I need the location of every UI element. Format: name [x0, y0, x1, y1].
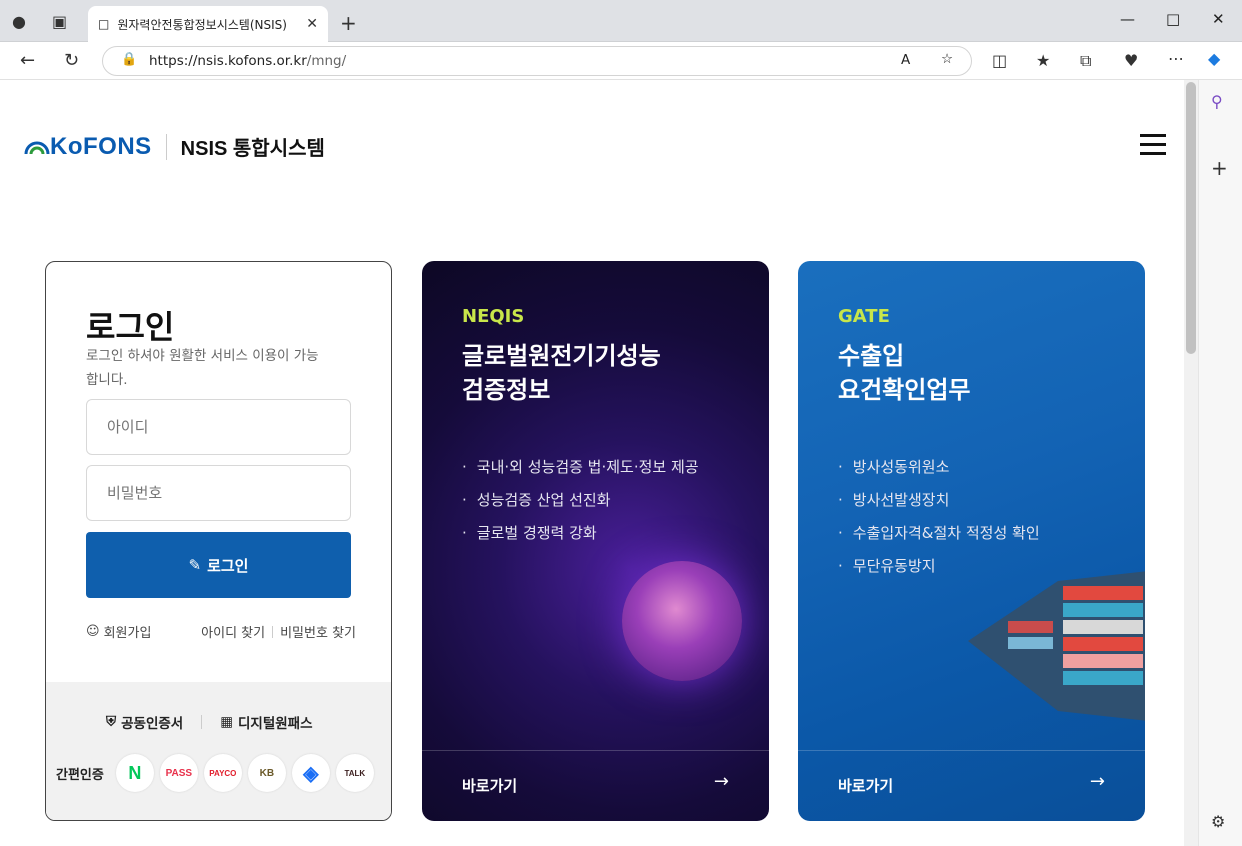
pass-auth-button[interactable]: PASS — [159, 754, 198, 792]
more-icon[interactable]: ⋯ — [1168, 49, 1184, 68]
favorites-icon[interactable]: ★ — [1036, 51, 1050, 70]
collections-icon[interactable]: ⧉ — [1080, 51, 1091, 71]
shortcut-link[interactable]: 바로가기 — [462, 775, 517, 796]
list-item: 글로벌 경쟁력 강화 — [462, 517, 699, 550]
kakao-auth-button[interactable]: TALK — [335, 754, 374, 792]
card-list: 방사성동위원소 방사선발생장치 수출입자격&절차 적정성 확인 무단유동방지 — [838, 451, 1040, 583]
login-description: 로그인 하셔야 원활한 서비스 이용이 가능합니다. — [86, 348, 319, 388]
page-content: KoFONS NSIS 통합시스템 로그인 로그인 하셔야 원활한 서비스 이용… — [2, 80, 1184, 846]
find-id-link[interactable]: 아이디 찾기 — [201, 622, 265, 641]
address-bar[interactable]: 🔒 https://nsis.kofons.or.kr/mng/ A ☆ — [102, 46, 972, 76]
maximize-icon[interactable]: □ — [1166, 10, 1180, 28]
favorite-star-icon[interactable]: ☆ — [941, 51, 953, 67]
site-logo[interactable]: KoFONS NSIS 통합시스템 — [24, 132, 325, 161]
toss-icon: ◈ — [303, 762, 319, 785]
refresh-icon[interactable]: ↻ — [64, 50, 79, 71]
signup-link[interactable]: 회원가입 — [104, 622, 152, 641]
url-path: /mng/ — [306, 53, 347, 69]
system-title: NSIS 통합시스템 — [180, 138, 325, 160]
browser-toolbar: ← ↻ 🔒 https://nsis.kofons.or.kr/mng/ A ☆… — [0, 42, 1242, 80]
list-item: 성능검증 산업 선진화 — [462, 484, 699, 517]
public-certificate-button[interactable]: 공동인증서 — [121, 712, 183, 732]
kb-auth-button[interactable]: KB — [247, 754, 286, 792]
tab-bar: ● ▣ □ 원자력안전통합정보시스템(NSIS) ✕ + — □ ✕ — [0, 0, 1242, 42]
list-item: 수출입자격&절차 적정성 확인 — [838, 517, 1040, 550]
simple-auth-row: 간편인증 N PASS PAYCO KB ◈ TALK — [56, 754, 380, 792]
toss-auth-button[interactable]: ◈ — [291, 754, 330, 792]
arrow-right-icon: → — [713, 771, 729, 792]
naver-auth-button[interactable]: N — [115, 754, 154, 792]
browser-essentials-icon[interactable]: ♥ — [1124, 51, 1138, 70]
settings-gear-icon[interactable]: ⚙ — [1211, 812, 1225, 831]
page-icon: □ — [98, 17, 110, 31]
plasma-orb-image — [622, 561, 742, 681]
read-aloud-icon[interactable]: A — [901, 52, 910, 68]
kofons-emblem-icon — [24, 141, 50, 154]
card-footer[interactable]: 바로가기 → — [798, 750, 1145, 821]
link-divider — [272, 625, 274, 638]
payco-auth-button[interactable]: PAYCO — [203, 754, 242, 792]
certificate-options: ⛨ 공동인증서 ▦ 디지털원패스 — [106, 712, 313, 732]
cert-divider — [201, 715, 203, 729]
pencil-icon: ✎ — [188, 556, 202, 574]
grid-icon: ▦ — [220, 714, 233, 730]
card-list: 국내·외 성능검증 법·제도·정보 제공 성능검증 산업 선진화 글로벌 경쟁력… — [462, 451, 699, 550]
account-links: ☺ 회원가입 아이디 찾기 비밀번호 찾기 — [86, 622, 356, 641]
add-icon[interactable]: + — [1211, 156, 1228, 180]
simple-auth-label: 간편인증 — [56, 767, 104, 783]
copilot-icon[interactable]: ◆ — [1208, 49, 1220, 68]
scrollbar[interactable] — [1184, 80, 1198, 846]
card-title: 수출입 요건확인업무 — [838, 342, 971, 404]
neqis-card[interactable]: NEQIS 글로벌원전기기성능검증정보 국내·외 성능검증 법·제도·정보 제공… — [422, 261, 769, 821]
card-title: 글로벌원전기기성능 검증정보 — [462, 342, 661, 404]
logo-text: KoFONS — [50, 132, 152, 160]
tab-title: 원자력안전통합정보시스템(NSIS) — [117, 17, 287, 32]
shortcut-link[interactable]: 바로가기 — [838, 775, 893, 796]
new-tab-icon[interactable]: + — [340, 11, 357, 35]
container-ship-image — [968, 571, 1145, 721]
browser-tab[interactable]: □ 원자력안전통합정보시스템(NSIS) ✕ — [88, 6, 328, 42]
gate-card[interactable]: GATE 수출입요건확인업무 방사성동위원소 방사선발생장치 수출입자격&절차 … — [798, 261, 1145, 821]
card-footer[interactable]: 바로가기 → — [422, 750, 769, 821]
card-tag: GATE — [838, 306, 890, 327]
password-input[interactable] — [86, 465, 351, 521]
tab-actions-icon[interactable]: ▣ — [52, 12, 67, 31]
certificate-section: ⛨ 공동인증서 ▦ 디지털원패스 간편인증 N PASS PAYCO KB ◈ … — [46, 682, 391, 820]
hamburger-menu-icon[interactable] — [1140, 134, 1166, 156]
login-panel: 로그인 로그인 하셔야 원활한 서비스 이용이 가능합니다. ✎ 로그인 ☺ 회… — [45, 261, 392, 821]
logo-divider — [165, 133, 167, 160]
list-item: 국내·외 성능검증 법·제도·정보 제공 — [462, 451, 699, 484]
split-screen-icon[interactable]: ◫ — [992, 51, 1007, 70]
search-icon[interactable]: ⚲ — [1211, 92, 1223, 111]
scrollbar-thumb[interactable] — [1186, 82, 1196, 354]
profile-icon[interactable]: ● — [12, 12, 26, 31]
card-tag: NEQIS — [462, 306, 525, 327]
digital-onepass-button[interactable]: 디지털원패스 — [238, 712, 313, 732]
close-tab-icon[interactable]: ✕ — [306, 16, 318, 32]
arrow-right-icon: → — [1089, 771, 1105, 792]
close-window-icon[interactable]: ✕ — [1212, 10, 1225, 28]
login-button-label: 로그인 — [207, 556, 249, 575]
lock-icon: 🔒 — [121, 52, 138, 67]
list-item: 방사선발생장치 — [838, 484, 1040, 517]
url-host: https://nsis.kofons.or.kr — [149, 53, 307, 69]
id-input[interactable] — [86, 399, 351, 455]
list-item: 무단유동방지 — [838, 550, 1040, 583]
login-title: 로그인 — [86, 308, 175, 346]
find-password-link[interactable]: 비밀번호 찾기 — [280, 622, 356, 641]
list-item: 방사성동위원소 — [838, 451, 1040, 484]
login-button[interactable]: ✎ 로그인 — [86, 532, 351, 598]
shield-icon: ⛨ — [106, 714, 117, 730]
browser-sidebar: ⚲ + ⚙ — [1198, 80, 1242, 846]
user-icon: ☺ — [86, 624, 100, 639]
minimize-icon[interactable]: — — [1120, 10, 1135, 28]
back-icon[interactable]: ← — [20, 50, 35, 71]
